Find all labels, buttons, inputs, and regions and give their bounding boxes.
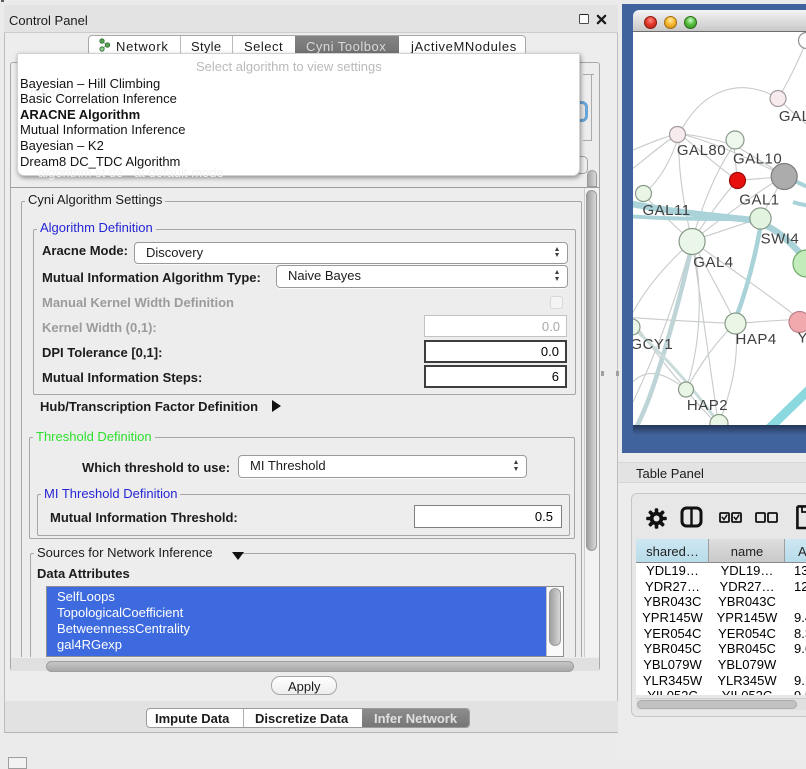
svg-text:GAL11: GAL11 xyxy=(643,202,691,219)
svg-text:GAL1: GAL1 xyxy=(739,192,779,209)
svg-text:GAL80: GAL80 xyxy=(677,142,726,159)
svg-text:GAL10: GAL10 xyxy=(733,151,782,168)
svg-text:HAP4: HAP4 xyxy=(736,331,777,348)
svg-text:GAL2: GAL2 xyxy=(779,108,806,125)
svg-text:HAP2: HAP2 xyxy=(687,397,728,414)
svg-text:GCY1: GCY1 xyxy=(633,336,673,353)
svg-text:YM: YM xyxy=(798,330,806,347)
svg-text:GAL4: GAL4 xyxy=(693,254,733,271)
svg-text:SWI4: SWI4 xyxy=(761,231,800,248)
